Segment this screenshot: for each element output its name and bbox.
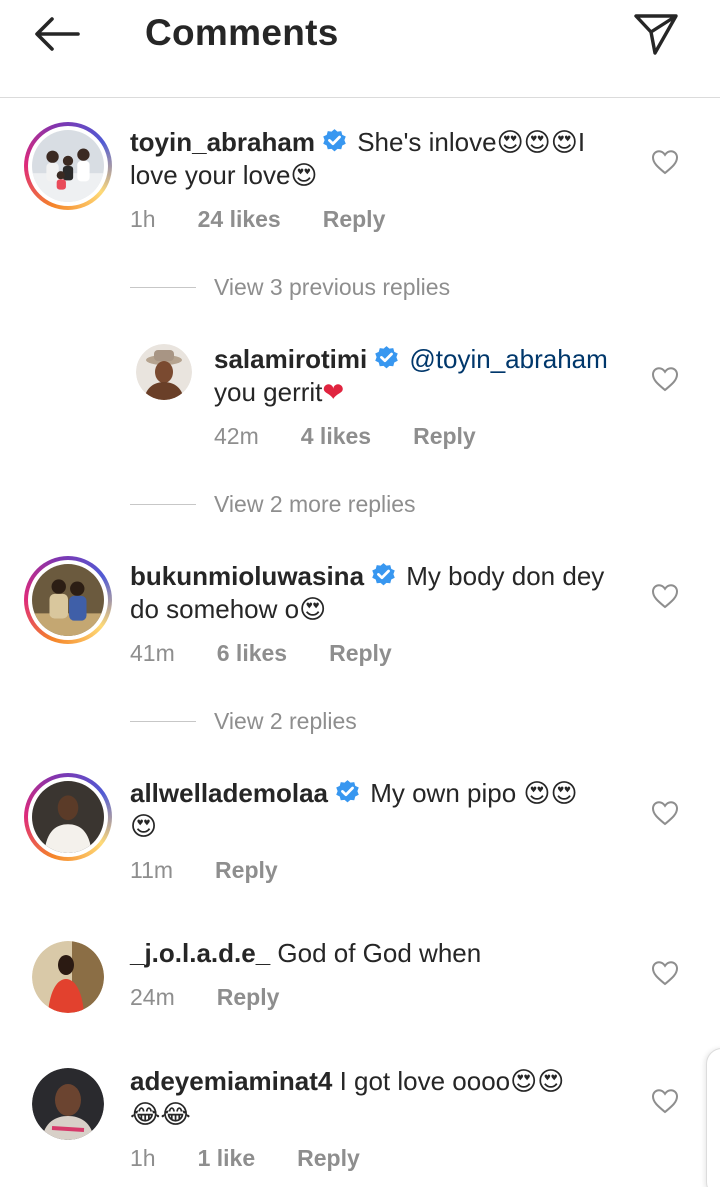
view-replies-label: View 3 previous replies [214,274,451,300]
comment-username[interactable]: toyin_abraham [130,127,315,157]
heart-eyes-emoji: 😍😍 [523,779,578,809]
back-button[interactable] [30,14,82,54]
couple-photo-avatar [32,564,104,636]
comment-text: allwellademolaa My own pipo 😍😍 😍 [130,777,630,843]
comment-username[interactable]: _j.o.l.a.d.e_ [130,938,270,968]
arrow-left-icon [35,17,80,51]
comment-body: I got love oooo [339,1066,511,1096]
reply-text: salamirotimi @toyin_abraham you gerrit❤ [214,343,644,409]
verified-badge-icon [370,562,397,589]
comment-time: 41m [130,640,175,666]
comment-username[interactable]: salamirotimi [214,344,367,374]
comment-time: 1h [130,1145,156,1171]
view-previous-replies-button[interactable]: View 3 previous replies [130,274,450,301]
comment-meta: 11m Reply [130,857,320,884]
comment-meta: 1h 24 likes Reply [130,206,427,233]
header-bar: Comments [0,0,720,98]
comment-body: She's inlove [357,127,497,157]
heart-icon[interactable] [651,149,679,175]
mention-link[interactable]: @toyin_abraham [409,344,607,374]
heart-icon[interactable] [651,1088,679,1114]
avatar[interactable] [24,122,112,210]
likes-count[interactable]: 6 likes [217,640,287,667]
verified-badge-icon [321,128,348,155]
edge-panel-handle[interactable] [706,1048,720,1187]
reply-button[interactable]: Reply [323,206,386,233]
comment-time: 42m [214,423,259,449]
heart-eyes-emoji: 😍 [130,812,158,842]
reply-button[interactable]: Reply [297,1145,360,1172]
avatar[interactable] [24,773,112,861]
man-with-hat-avatar [136,344,192,400]
page-title: Comments [145,12,339,53]
comment-time: 24m [130,984,175,1010]
view-replies-button[interactable]: View 2 replies [130,708,357,735]
comment-text: toyin_abraham She's inlove😍😍😍I love your… [130,126,630,192]
avatar[interactable] [32,1068,104,1140]
comment-meta: 41m 6 likes Reply [130,640,434,667]
comment-time: 1h [130,206,156,232]
heart-icon[interactable] [651,960,679,986]
reply-divider-line [130,287,196,288]
comment-body-line2: do somehow o [130,594,300,624]
family-photo-avatar [32,130,104,202]
heart-eyes-emoji: 😍 [290,161,318,191]
verified-badge-icon [373,345,400,372]
reply-divider-line [130,721,196,722]
reply-button[interactable]: Reply [215,857,278,884]
comment-meta: 1h 1 like Reply [130,1145,402,1172]
comment-text: adeyemiaminat4 I got love oooo😍😍 😂😂 [130,1065,630,1131]
comment-text: bukunmioluwasina My body don dey do some… [130,560,630,626]
comment-username[interactable]: bukunmioluwasina [130,561,364,591]
likes-count[interactable]: 1 like [198,1145,256,1172]
likes-count[interactable]: 4 likes [301,423,371,450]
comment-body-line2: you gerrit [214,377,323,407]
comment-body: My own pipo [370,778,524,808]
comment-meta: 24m Reply [130,984,321,1011]
woman-white-dress-avatar [32,781,104,853]
reply-button[interactable]: Reply [217,984,280,1011]
paper-plane-icon [634,14,678,55]
heart-icon[interactable] [651,800,679,826]
comment-body-line2: love your love [130,160,291,190]
view-more-replies-button[interactable]: View 2 more replies [130,491,416,518]
view-replies-label: View 2 replies [214,708,357,734]
comment-text: _j.o.l.a.d.e_ God of God when [130,937,630,970]
heart-eyes-emoji: 😍 [299,595,327,625]
share-button[interactable] [632,12,680,56]
reply-divider-line [130,504,196,505]
heart-eyes-emoji: 😍😍😍 [496,128,578,158]
laughing-tears-emoji: 😂😂 [130,1100,191,1130]
comment-body: God of God when [277,938,482,968]
comment-meta: 42m 4 likes Reply [214,423,518,450]
likes-count[interactable]: 24 likes [198,206,281,233]
avatar[interactable] [32,941,104,1013]
comment-username[interactable]: adeyemiaminat4 [130,1066,332,1096]
comment-username[interactable]: allwellademolaa [130,778,328,808]
reply-button[interactable]: Reply [413,423,476,450]
reply-button[interactable]: Reply [329,640,392,667]
comment-body-tail: I [577,127,586,157]
heart-icon[interactable] [651,366,679,392]
verified-badge-icon [334,779,361,806]
comment-body: My body don dey [406,561,605,591]
avatar[interactable] [24,556,112,644]
woman-selfie-avatar [32,1068,104,1140]
woman-red-outfit-avatar [32,941,104,1013]
red-heart-emoji: ❤ [322,378,345,408]
avatar[interactable] [136,344,192,400]
view-replies-label: View 2 more replies [214,491,416,517]
heart-icon[interactable] [651,583,679,609]
heart-eyes-emoji: 😍😍 [510,1067,565,1097]
comment-time: 11m [130,857,174,883]
